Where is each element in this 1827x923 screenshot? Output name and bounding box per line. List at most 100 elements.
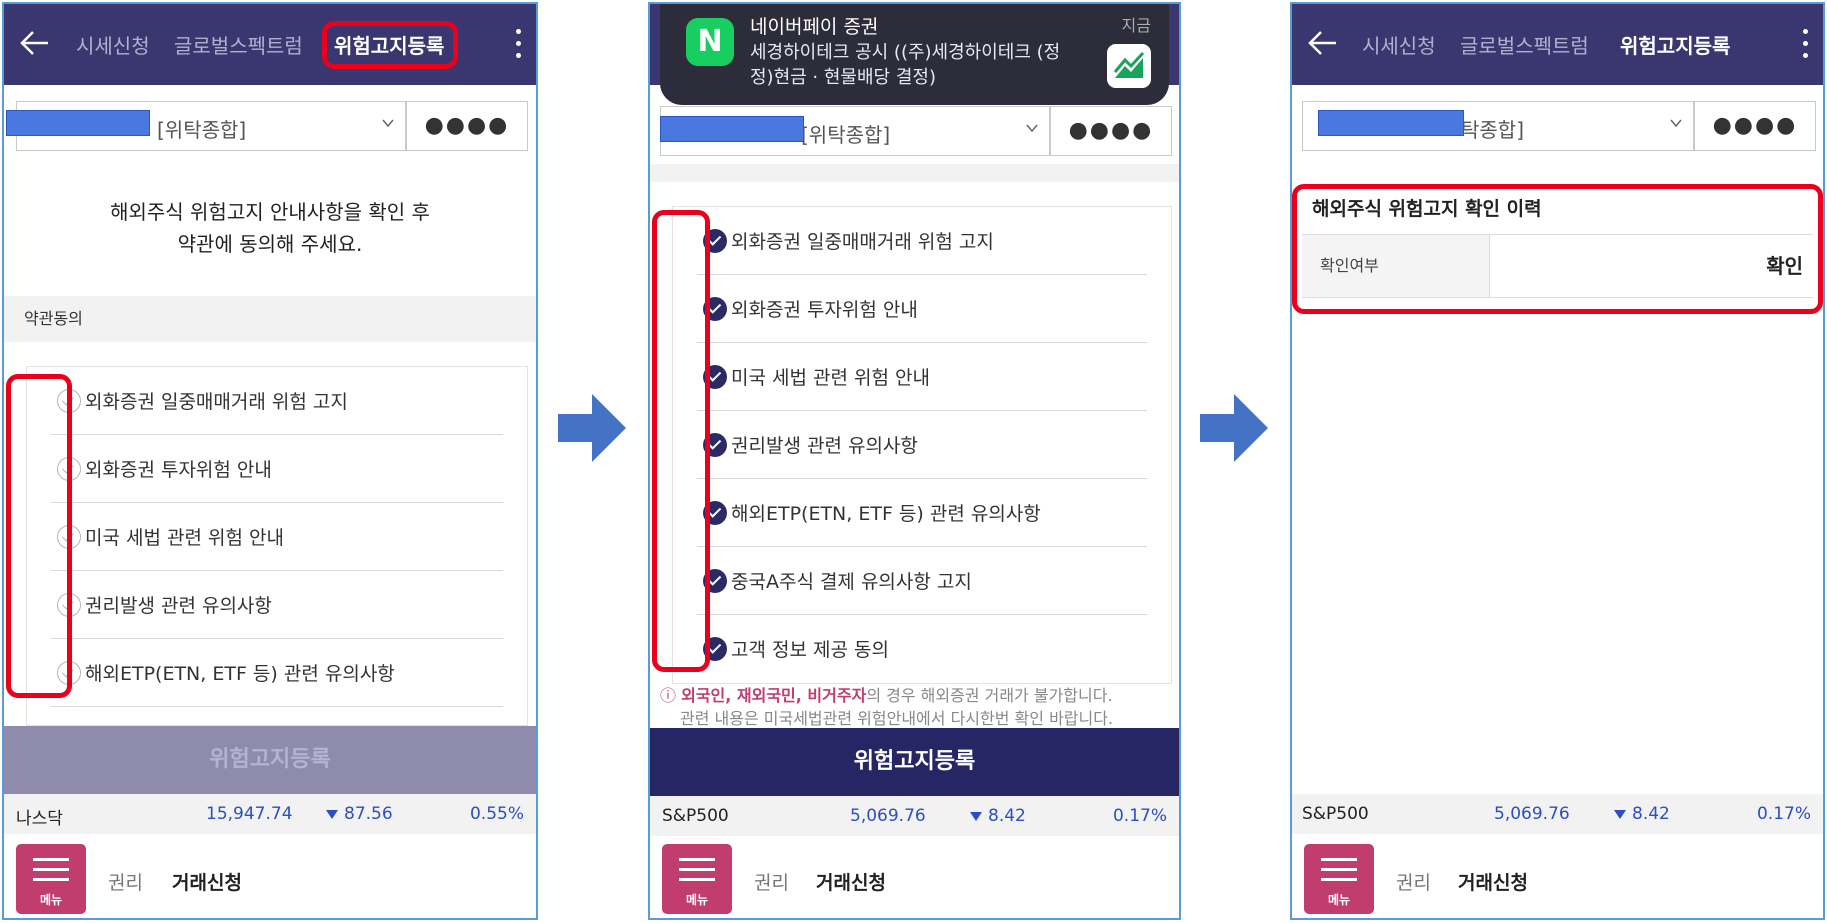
warning-text: 의 경우 해외증권 거래가 불가합니다. xyxy=(866,686,1113,705)
term-label: 해외ETP(ETN, ETF 등) 관련 유의사항 xyxy=(85,663,395,685)
nav-rights[interactable]: 권리 xyxy=(1396,868,1431,895)
index-change: 87.56 xyxy=(344,804,393,824)
term-item[interactable]: 중국A주식 결제 유의사항 고지 xyxy=(697,547,1147,615)
index-value: 5,069.76 xyxy=(1494,804,1570,824)
menu-button[interactable]: 메뉴 xyxy=(1304,844,1374,914)
screen-2-all-checked: [위탁종합] ●●●● N 네이버페이 증권 세경하이테크 공시 ((주)세경하… xyxy=(648,2,1181,920)
highlight-active-tab xyxy=(322,21,458,69)
down-triangle-icon xyxy=(326,809,338,819)
index-change: 8.42 xyxy=(988,806,1026,826)
menu-button[interactable]: 메뉴 xyxy=(662,844,732,914)
index-ticker: S&P500 5,069.76 8.42 0.17% xyxy=(650,796,1179,836)
password-field[interactable]: ●●●● xyxy=(1050,106,1172,156)
warning-emphasis: 외국인, 재외국민, 비거주자 xyxy=(681,686,867,705)
chevron-down-icon xyxy=(1670,119,1682,128)
index-ticker: S&P500 5,069.76 8.42 0.17% xyxy=(1292,794,1823,834)
flow-arrow-icon xyxy=(558,394,626,462)
term-item[interactable]: 외화증권 투자위험 안내 xyxy=(51,435,503,503)
term-label: 고객 정보 제공 동의 xyxy=(731,639,889,661)
password-field[interactable]: ●●●● xyxy=(1694,101,1816,151)
index-name: S&P500 xyxy=(662,806,729,826)
term-item[interactable]: 외화증권 일중매매거래 위험 고지 xyxy=(697,207,1147,275)
foreigner-warning: ⓘ 외국인, 재외국민, 비거주자의 경우 해외증권 거래가 불가합니다. 관련… xyxy=(660,684,1169,730)
term-item[interactable]: 해외ETP(ETN, ETF 등) 관련 유의사항 xyxy=(51,639,503,707)
term-label: 권리발생 관련 유의사항 xyxy=(731,435,918,457)
terms-list: 외화증권 일중매매거래 위험 고지 외화증권 투자위험 안내 미국 세법 관련 … xyxy=(672,206,1172,684)
index-value: 5,069.76 xyxy=(850,806,926,826)
nav-rights[interactable]: 권리 xyxy=(108,868,143,895)
more-menu-icon[interactable] xyxy=(514,26,522,62)
index-name: S&P500 xyxy=(1302,804,1369,824)
term-label: 외화증권 투자위험 안내 xyxy=(85,459,272,481)
term-label: 외화증권 투자위험 안내 xyxy=(731,299,918,321)
term-item[interactable]: 고객 정보 제공 동의 xyxy=(697,615,1147,682)
tab-risk-notice-registration[interactable]: 위험고지등록 xyxy=(1620,30,1730,59)
redacted-account-number xyxy=(660,116,804,142)
term-label: 해외ETP(ETN, ETF 등) 관련 유의사항 xyxy=(731,503,1041,525)
down-triangle-icon xyxy=(1614,809,1626,819)
menu-label: 메뉴 xyxy=(1327,893,1351,907)
register-button-disabled[interactable]: 위험고지등록 xyxy=(4,726,536,794)
term-label: 외화증권 일중매매거래 위험 고지 xyxy=(85,391,348,413)
nav-trade-request[interactable]: 거래신청 xyxy=(816,868,886,895)
term-item[interactable]: 외화증권 투자위험 안내 xyxy=(697,275,1147,343)
index-ticker: 나스닥 15,947.74 87.56 0.55% xyxy=(4,794,536,834)
redacted-account-number xyxy=(6,110,150,136)
intro-line-2: 약관에 동의해 주세요. xyxy=(177,232,363,256)
index-value: 15,947.74 xyxy=(206,804,293,824)
push-notification[interactable]: N 네이버페이 증권 세경하이테크 공시 ((주)세경하이테크 (정정)현금 ·… xyxy=(660,4,1169,105)
menu-label: 메뉴 xyxy=(685,893,709,907)
back-arrow-icon[interactable] xyxy=(18,26,52,60)
index-change: 8.42 xyxy=(1632,804,1670,824)
account-label: 탁종합] xyxy=(1461,118,1525,142)
more-menu-icon[interactable] xyxy=(1801,26,1809,62)
term-label: 미국 세법 관련 위험 안내 xyxy=(731,367,930,389)
nav-trade-request[interactable]: 거래신청 xyxy=(172,868,242,895)
notification-time: 지금 xyxy=(1121,16,1151,35)
screen-3-history: 시세신청 글로벌스펙트럼 위험고지등록 탁종합] ●●●● 해외주식 위험고지 … xyxy=(1290,2,1825,920)
info-icon: ⓘ xyxy=(660,686,682,705)
tab-global-spectrum[interactable]: 글로벌스펙트럼 xyxy=(174,30,303,59)
index-percent: 0.55% xyxy=(469,804,524,824)
warning-text-line2: 관련 내용은 미국세법관련 위험안내에서 다시한번 확인 바랍니다. xyxy=(680,709,1114,728)
redacted-account-number xyxy=(1318,110,1464,136)
password-field[interactable]: ●●●● xyxy=(406,101,528,151)
term-item[interactable]: 권리발생 관련 유의사항 xyxy=(51,571,503,639)
stock-chart-icon xyxy=(1107,44,1151,88)
account-label: [위탁종합] xyxy=(157,118,247,142)
naver-app-icon: N xyxy=(686,18,734,66)
chevron-down-icon xyxy=(1026,124,1038,133)
index-percent: 0.17% xyxy=(1112,806,1167,826)
tab-global-spectrum[interactable]: 글로벌스펙트럼 xyxy=(1460,30,1589,59)
term-item[interactable]: 미국 세법 관련 위험 안내 xyxy=(697,343,1147,411)
nav-rights[interactable]: 권리 xyxy=(754,868,789,895)
tab-price-request[interactable]: 시세신청 xyxy=(76,30,150,59)
tab-price-request[interactable]: 시세신청 xyxy=(1362,30,1436,59)
term-label: 중국A주식 결제 유의사항 고지 xyxy=(731,571,972,593)
section-header-terms: 약관동의 xyxy=(4,296,536,342)
nav-trade-request[interactable]: 거래신청 xyxy=(1458,868,1528,895)
term-label: 외화증권 일중매매거래 위험 고지 xyxy=(731,231,994,253)
intro-line-1: 해외주식 위험고지 안내사항을 확인 후 xyxy=(110,200,430,224)
menu-label: 메뉴 xyxy=(39,893,63,907)
flow-arrow-icon xyxy=(1200,394,1268,462)
highlight-history xyxy=(1292,184,1823,314)
index-percent: 0.17% xyxy=(1756,804,1811,824)
term-item[interactable]: 미국 세법 관련 위험 안내 xyxy=(51,503,503,571)
notification-body: 세경하이테크 공시 ((주)세경하이테크 (정정)현금 · 현물배당 결정) xyxy=(750,42,1061,88)
down-triangle-icon xyxy=(970,811,982,821)
term-item[interactable]: 외화증권 일중매매거래 위험 고지 xyxy=(51,367,503,435)
highlight-checkboxes xyxy=(652,210,710,672)
index-name: 나스닥 xyxy=(16,809,63,829)
term-label: 미국 세법 관련 위험 안내 xyxy=(85,527,284,549)
term-item[interactable]: 해외ETP(ETN, ETF 등) 관련 유의사항 xyxy=(697,479,1147,547)
account-label: [위탁종합] xyxy=(801,123,891,147)
highlight-checkboxes xyxy=(6,374,72,698)
menu-button[interactable]: 메뉴 xyxy=(16,844,86,914)
term-item[interactable]: 권리발생 관련 유의사항 xyxy=(697,411,1147,479)
register-button[interactable]: 위험고지등록 xyxy=(650,728,1179,796)
chevron-down-icon xyxy=(382,119,394,128)
section-spacer xyxy=(650,164,1179,182)
intro-text: 해외주식 위험고지 안내사항을 확인 후 약관에 동의해 주세요. xyxy=(4,196,536,260)
back-arrow-icon[interactable] xyxy=(1306,26,1340,60)
